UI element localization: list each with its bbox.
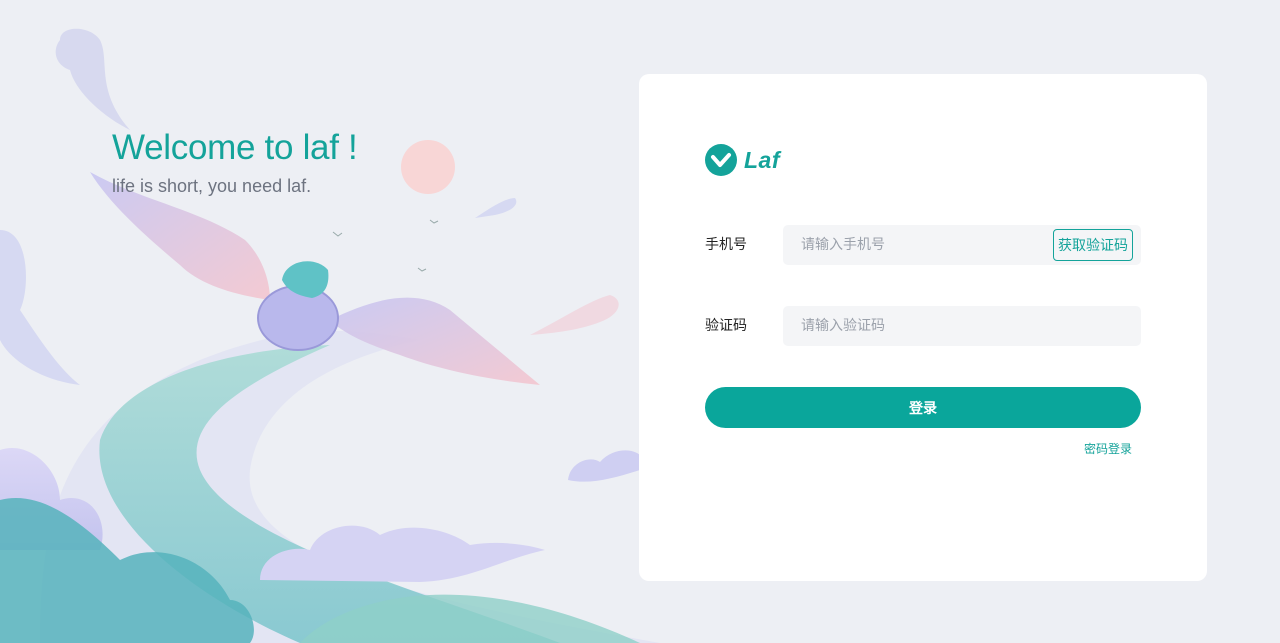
phone-label: 手机号 — [705, 236, 747, 252]
laf-logo-icon — [705, 144, 737, 176]
get-code-button[interactable]: 获取验证码 — [1053, 229, 1133, 261]
logo: Laf — [705, 144, 780, 176]
password-login-link[interactable]: 密码登录 — [1084, 440, 1132, 457]
login-card: Laf 手机号 获取验证码 验证码 登录 密码登录 — [639, 74, 1207, 581]
login-button[interactable]: 登录 — [705, 387, 1141, 428]
welcome-section: Welcome to laf ! life is short, you need… — [112, 126, 358, 197]
code-input[interactable] — [783, 306, 1131, 346]
welcome-title: Welcome to laf ! — [112, 128, 358, 167]
code-label: 验证码 — [705, 317, 747, 333]
code-field-container — [783, 306, 1141, 346]
phone-field-container: 获取验证码 — [783, 225, 1141, 265]
phone-input[interactable] — [783, 225, 1041, 265]
logo-text: Laf — [744, 146, 780, 173]
welcome-subtitle: life is short, you need laf. — [112, 176, 312, 196]
